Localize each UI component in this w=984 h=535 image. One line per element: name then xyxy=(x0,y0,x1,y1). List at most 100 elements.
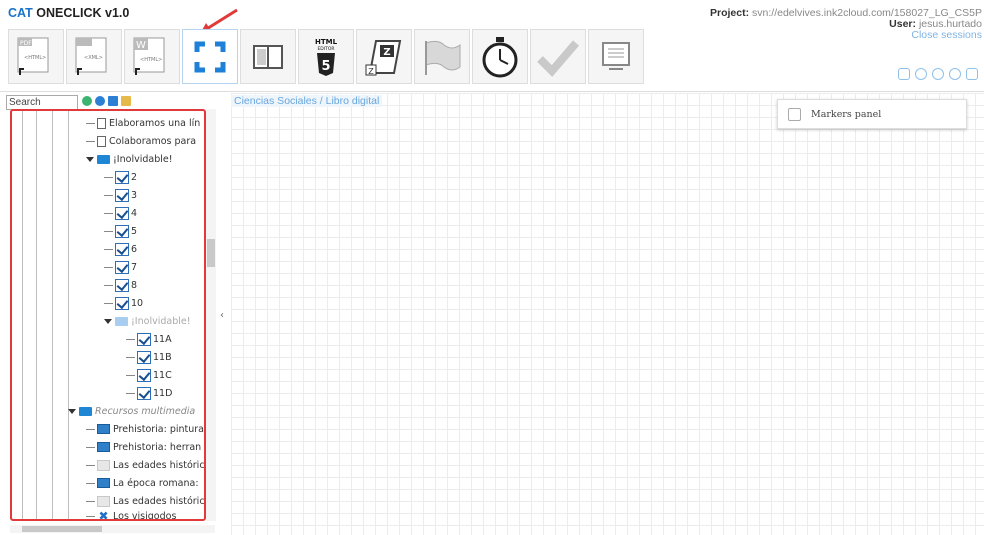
tree-node[interactable]: La época romana: xyxy=(86,474,199,492)
right-tool-icons xyxy=(898,68,978,80)
fullscreen-icon xyxy=(194,41,226,72)
search-input[interactable] xyxy=(6,95,78,110)
checked-checkbox-icon[interactable] xyxy=(115,170,129,184)
checked-checkbox-icon[interactable] xyxy=(115,242,129,256)
undo-icon[interactable] xyxy=(915,68,927,80)
expand-arrow-icon[interactable] xyxy=(104,318,112,324)
tree-highlight-box: Elaboramos una lín Colaboramos para ¡Ino… xyxy=(10,109,206,521)
markers-panel[interactable]: Markers panel xyxy=(777,99,967,129)
book-button[interactable] xyxy=(240,29,296,84)
html-to-xml-button[interactable]: <XML> xyxy=(66,29,122,84)
tree-node-label: 4 xyxy=(131,207,138,219)
checked-checkbox-icon[interactable] xyxy=(137,386,151,400)
checked-checkbox-icon[interactable] xyxy=(115,278,129,292)
tree-node-folder[interactable]: ¡Inolvidable! xyxy=(104,312,191,330)
tree-node[interactable]: ✖ Los visigodos xyxy=(86,507,176,519)
word-to-html-button[interactable]: W <HTML> xyxy=(124,29,180,84)
tree-node[interactable]: 10 xyxy=(104,294,143,312)
tree-connector xyxy=(86,140,95,142)
tree-connector xyxy=(104,230,113,232)
checked-checkbox-icon[interactable] xyxy=(115,224,129,238)
tree-node-folder[interactable]: Recursos multimedia xyxy=(68,402,195,420)
trash-icon[interactable] xyxy=(898,68,910,80)
close-sessions-link[interactable]: Close sessions xyxy=(710,30,982,41)
tree-node[interactable]: 4 xyxy=(104,204,137,222)
tree-vertical-scrollbar[interactable] xyxy=(206,109,216,521)
folder-icon[interactable] xyxy=(966,68,978,80)
tree-node-label: 6 xyxy=(131,243,138,255)
checked-checkbox-icon[interactable] xyxy=(115,188,129,202)
refresh-icon[interactable] xyxy=(95,96,105,106)
tree-connector xyxy=(126,356,135,358)
redo-icon[interactable] xyxy=(932,68,944,80)
tree-node-label: 8 xyxy=(131,279,138,291)
preview-button[interactable] xyxy=(588,29,644,84)
tree-node[interactable]: 11D xyxy=(126,384,172,402)
checked-checkbox-icon[interactable] xyxy=(137,332,151,346)
tree-node[interactable]: Colaboramos para xyxy=(86,132,196,150)
checked-checkbox-icon[interactable] xyxy=(115,260,129,274)
checked-checkbox-icon[interactable] xyxy=(115,296,129,310)
tree-node-label: Las edades históric xyxy=(113,459,205,471)
tree-node-label: La época romana: xyxy=(113,477,199,489)
tree-node[interactable]: Prehistoria: herran xyxy=(86,438,201,456)
tree-connector xyxy=(86,446,95,448)
fullscreen-button[interactable] xyxy=(182,29,238,84)
breadcrumb[interactable]: Ciencias Sociales / Libro digital xyxy=(231,95,383,107)
markers-panel-label: Markers panel xyxy=(811,108,882,120)
svg-text:<HTML>: <HTML> xyxy=(140,57,162,63)
document-icon xyxy=(97,135,106,147)
expand-arrow-icon[interactable] xyxy=(68,408,76,414)
tree-guide-line xyxy=(22,111,23,519)
export-icon[interactable] xyxy=(121,96,131,106)
app-title-cat: CAT xyxy=(8,6,33,20)
svg-text:<XML>: <XML> xyxy=(84,55,103,61)
pdf-to-html-button[interactable]: PDF <HTML> xyxy=(8,29,64,84)
html-editor-button[interactable]: HTML EDITOR 5 xyxy=(298,29,354,84)
tree-node-label: 11A xyxy=(153,333,172,345)
add-node-icon[interactable] xyxy=(82,96,92,106)
tree-node[interactable]: Las edades históric xyxy=(86,456,205,474)
tree-node[interactable]: 6 xyxy=(104,240,137,258)
sidebar: Elaboramos una lín Colaboramos para ¡Ino… xyxy=(0,93,218,535)
expand-arrow-icon[interactable] xyxy=(86,156,94,162)
tree-node[interactable]: 5 xyxy=(104,222,137,240)
tree-node[interactable]: 11B xyxy=(126,348,172,366)
scroll-thumb[interactable] xyxy=(207,239,215,267)
tree-node-label: Prehistoria: pintura xyxy=(113,423,205,435)
tree-connector xyxy=(104,284,113,286)
open-folder-icon[interactable] xyxy=(108,96,118,106)
tree-node[interactable]: 3 xyxy=(104,186,137,204)
folder-icon xyxy=(79,406,92,416)
tree-node[interactable]: 2 xyxy=(104,168,137,186)
tree-horizontal-scrollbar[interactable] xyxy=(10,525,215,533)
tree-connector xyxy=(126,374,135,376)
flag-button[interactable] xyxy=(414,29,470,84)
tree-node-folder[interactable]: ¡Inolvidable! xyxy=(86,150,173,168)
tree-connector xyxy=(86,464,95,466)
image-icon xyxy=(97,442,110,452)
timer-button[interactable] xyxy=(472,29,528,84)
main-canvas[interactable]: Ciencias Sociales / Libro digital Marker… xyxy=(231,93,984,535)
project-info: Project: svn://edelvives.ink2cloud.com/1… xyxy=(710,8,982,41)
preview-icon xyxy=(602,41,630,70)
scroll-thumb[interactable] xyxy=(22,526,102,532)
tree-node[interactable]: 8 xyxy=(104,276,137,294)
tree-node-label: 2 xyxy=(131,171,138,183)
tree-node[interactable]: 11C xyxy=(126,366,172,384)
svg-text:5: 5 xyxy=(321,59,330,74)
collapse-sidebar-chevron-icon[interactable]: ‹ xyxy=(220,310,224,321)
tree-node[interactable]: Prehistoria: pintura xyxy=(86,420,204,438)
tree-node-label: 10 xyxy=(131,297,144,309)
tree-node[interactable]: 7 xyxy=(104,258,137,276)
tree-node[interactable]: Elaboramos una lín xyxy=(86,114,200,132)
add-icon[interactable] xyxy=(949,68,961,80)
checked-checkbox-icon[interactable] xyxy=(115,206,129,220)
check-button[interactable] xyxy=(530,29,586,84)
image-icon xyxy=(97,424,110,434)
checked-checkbox-icon[interactable] xyxy=(137,350,151,364)
image-icon xyxy=(97,478,110,488)
checked-checkbox-icon[interactable] xyxy=(137,368,151,382)
zip-export-button[interactable]: Z Z xyxy=(356,29,412,84)
tree-node[interactable]: 11A xyxy=(126,330,172,348)
